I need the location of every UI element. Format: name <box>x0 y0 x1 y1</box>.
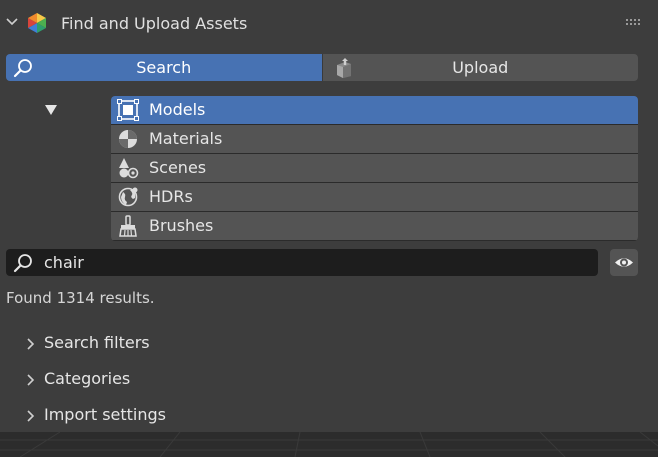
subpanel-label: Categories <box>44 369 131 388</box>
blenderkit-logo-icon <box>28 13 46 33</box>
asset-panel: Find and Upload Assets Search Upload Mod… <box>0 0 658 432</box>
panel-title: Find and Upload Assets <box>61 14 248 33</box>
asset-type-label: Materials <box>149 129 223 148</box>
search-input-value: chair <box>44 253 84 272</box>
search-icon <box>13 254 32 273</box>
asset-type-brushes[interactable]: Brushes <box>111 212 638 240</box>
chevron-right-icon <box>27 338 35 350</box>
tab-upload-label: Upload <box>452 58 509 77</box>
asset-type-label: Models <box>149 100 206 119</box>
models-icon <box>117 99 139 121</box>
upload-icon <box>336 58 351 78</box>
mode-tabs: Search Upload <box>6 54 638 81</box>
scenes-icon <box>119 158 139 179</box>
search-icon <box>13 59 32 78</box>
tab-upload[interactable]: Upload <box>321 54 638 81</box>
tab-search[interactable]: Search <box>6 54 322 81</box>
subpanel-label: Search filters <box>44 333 150 352</box>
chevron-right-icon <box>27 374 35 386</box>
asset-type-models[interactable]: Models <box>111 96 638 124</box>
asset-type-label: HDRs <box>149 187 193 206</box>
drag-handle-icon[interactable] <box>625 18 641 26</box>
asset-type-materials[interactable]: Materials <box>111 125 638 153</box>
chevron-down-icon[interactable] <box>4 14 20 30</box>
asset-type-list: Models Materials Scenes HDRs Brushes <box>111 96 638 241</box>
subpanel-label: Import settings <box>44 405 166 424</box>
brushes-icon <box>119 215 137 237</box>
asset-type-label: Brushes <box>149 216 214 235</box>
asset-type-scenes[interactable]: Scenes <box>111 154 638 182</box>
panel-header[interactable]: Find and Upload Assets <box>0 0 658 46</box>
results-count: Found 1314 results. <box>6 289 155 307</box>
materials-icon <box>119 130 137 148</box>
triangle-down-icon[interactable] <box>44 104 58 116</box>
tab-search-label: Search <box>136 58 192 77</box>
search-input[interactable]: chair <box>6 249 598 276</box>
viewport-grid-floor <box>0 432 658 457</box>
visibility-toggle-button[interactable] <box>610 249 638 276</box>
eye-icon <box>615 258 633 267</box>
hdrs-icon <box>118 187 138 207</box>
asset-type-hdrs[interactable]: HDRs <box>111 183 638 211</box>
asset-type-label: Scenes <box>149 158 207 177</box>
chevron-right-icon <box>27 410 35 422</box>
